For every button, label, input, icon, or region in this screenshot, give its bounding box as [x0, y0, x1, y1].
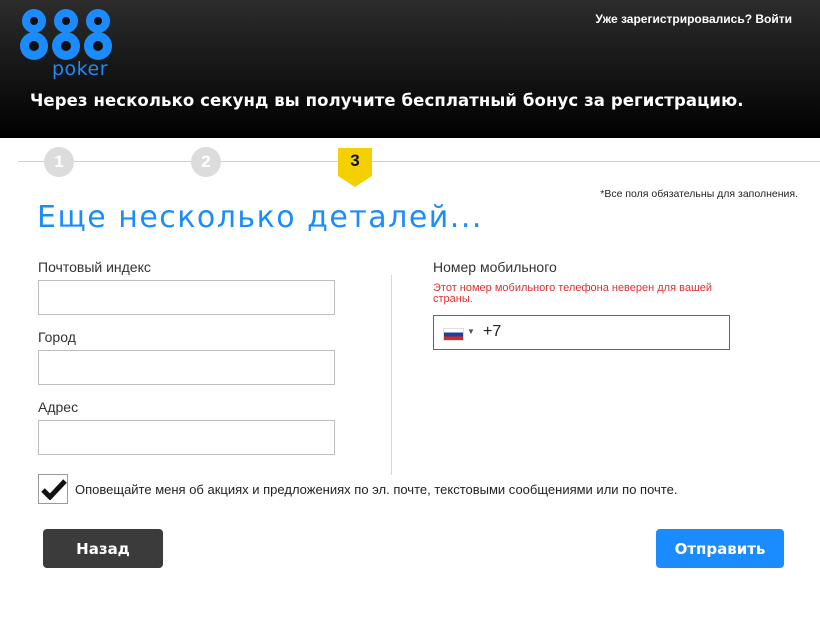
page-title: Еще несколько деталей...: [37, 200, 483, 235]
step-progress: 1 2 3: [0, 140, 820, 190]
step-3-current-badge: 3: [338, 148, 372, 188]
flag-russia-icon[interactable]: [443, 328, 464, 341]
required-fields-note: *Все поля обязательны для заполнения.: [600, 188, 798, 200]
mobile-number-label: Номер мобильного: [433, 259, 557, 275]
address-label: Адрес: [38, 399, 79, 415]
back-button[interactable]: Назад: [43, 529, 163, 568]
logo-word: poker: [52, 58, 109, 80]
city-label: Город: [38, 329, 76, 345]
step-1-circle: 1: [44, 147, 74, 177]
marketing-opt-in-label[interactable]: Оповещайте меня об акциях и предложениях…: [75, 482, 677, 497]
postal-code-label: Почтовый индекс: [38, 259, 151, 275]
phone-country-code: +7: [483, 323, 502, 340]
header: poker Уже зарегистрировались? Войти Чере…: [0, 0, 820, 138]
logo-888-icon: [20, 9, 112, 60]
step-progress-line: [18, 161, 820, 162]
mobile-number-field[interactable]: ▼ +7: [433, 315, 730, 350]
city-input[interactable]: [38, 350, 335, 385]
mobile-number-error: Этот номер мобильного телефона неверен д…: [433, 282, 713, 305]
marketing-opt-in-checkbox[interactable]: [38, 474, 68, 504]
header-tagline: Через несколько секунд вы получите беспл…: [30, 91, 744, 110]
step-3-number: 3: [350, 151, 360, 170]
submit-button[interactable]: Отправить: [656, 529, 784, 568]
address-input[interactable]: [38, 420, 335, 455]
postal-code-input[interactable]: [38, 280, 335, 315]
country-dropdown-caret-icon[interactable]: ▼: [467, 327, 475, 336]
step-2-circle: 2: [191, 147, 221, 177]
login-link[interactable]: Уже зарегистрировались? Войти: [595, 12, 792, 26]
checkmark-icon: [41, 479, 67, 500]
logo-888poker[interactable]: poker: [18, 6, 118, 80]
column-divider: [391, 275, 392, 475]
